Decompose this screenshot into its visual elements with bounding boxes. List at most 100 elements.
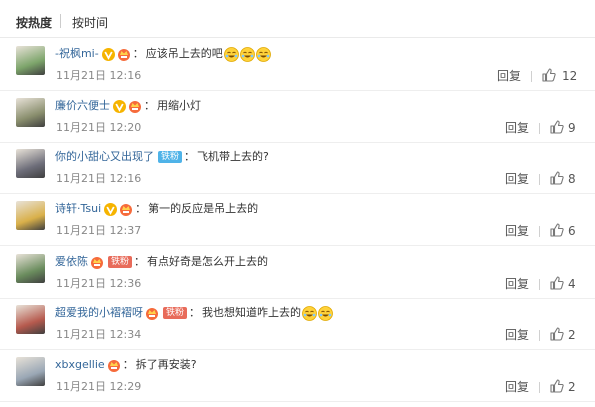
like-count: 12 [562, 69, 578, 83]
fan-badge-label: 铁粉 [108, 256, 133, 268]
username-link[interactable]: -祝枫mi- [55, 45, 99, 63]
username-link[interactable]: 诗轩·Tsui [55, 200, 101, 218]
fan-badge-label: 铁粉 [158, 151, 183, 163]
comment-item: 超爱我的小褶褶呀 铁粉：我也想知道咋上去的 11月21日 12:34 回复 2 [0, 297, 595, 350]
colon-separator: ： [144, 99, 155, 112]
verified-v-icon[interactable] [101, 47, 115, 61]
colon-separator: ： [189, 306, 201, 319]
laughing-emoji-icon [239, 46, 255, 62]
comment-text: 应该吊上去的吧 [145, 47, 223, 60]
comment-text: 有点好奇是怎么开上去的 [147, 255, 269, 268]
thumbs-up-icon[interactable] [549, 275, 565, 291]
comment-item: 廉价六便士 ：用缩小灯 11月21日 12:20 回复 9 [0, 90, 595, 143]
comment-timestamp: 11月21日 12:16 [56, 69, 142, 82]
like-count: 2 [568, 328, 576, 342]
comment-text: 飞机带上去的? [197, 150, 269, 163]
comment-content-line: xbxgellie ：拆了再安装? [55, 356, 197, 374]
member-crown-icon[interactable] [145, 306, 159, 320]
comment-item: 诗轩·Tsui ：第一的反应是吊上去的 11月21日 12:37 回复 6 [0, 193, 595, 246]
username-link[interactable]: 爱依陈 [55, 253, 88, 271]
member-crown-icon[interactable] [117, 47, 131, 61]
action-divider [539, 123, 540, 134]
action-divider [539, 226, 540, 237]
comment-content-line: -祝枫mi- ：应该吊上去的吧 [55, 45, 271, 63]
fan-badge[interactable]: 铁粉 [108, 255, 133, 269]
like-count: 4 [568, 277, 576, 291]
thumbs-up-icon[interactable] [549, 378, 565, 394]
comment-content-line: 超爱我的小褶褶呀 铁粉：我也想知道咋上去的 [55, 304, 333, 322]
sort-bar: 按热度 按时间 [0, 0, 595, 38]
comment-content-line: 廉价六便士 ：用缩小灯 [55, 97, 201, 115]
action-divider [539, 279, 540, 290]
colon-separator: ： [135, 202, 147, 215]
verified-v-icon[interactable] [113, 99, 126, 113]
action-divider [539, 330, 540, 341]
thumbs-up-icon[interactable] [549, 326, 565, 342]
sort-by-time-tab[interactable]: 按时间 [72, 14, 108, 31]
comment-item: xbxgellie ：拆了再安装? 11月21日 12:29 回复 2 [0, 349, 595, 402]
comment-text: 第一的反应是吊上去的 [148, 202, 259, 215]
like-count: 9 [568, 121, 576, 135]
verified-v-icon[interactable] [104, 202, 118, 216]
avatar[interactable] [16, 357, 45, 386]
avatar[interactable] [16, 98, 45, 127]
comment-timestamp: 11月21日 12:29 [56, 380, 142, 393]
avatar[interactable] [16, 149, 45, 178]
username-link[interactable]: 廉价六便士 [55, 97, 110, 115]
username-link[interactable]: 你的小甜心又出现了 [55, 148, 154, 166]
sort-divider [60, 14, 61, 28]
avatar[interactable] [16, 305, 45, 334]
reply-button[interactable]: 回复 [505, 224, 529, 238]
member-crown-icon[interactable] [128, 99, 142, 113]
thumbs-up-icon[interactable] [549, 170, 565, 186]
reply-button[interactable]: 回复 [505, 380, 529, 394]
username-link[interactable]: 超爱我的小褶褶呀 [55, 304, 143, 322]
reply-button[interactable]: 回复 [505, 172, 529, 186]
comment-text: 我也想知道咋上去的 [202, 306, 302, 319]
like-count: 8 [568, 172, 576, 186]
reply-button[interactable]: 回复 [505, 121, 529, 135]
comment-content-line: 你的小甜心又出现了 铁粉：飞机带上去的? [55, 148, 269, 166]
action-divider [539, 382, 540, 393]
comment-item: 你的小甜心又出现了 铁粉：飞机带上去的? 11月21日 12:16 回复 8 [0, 141, 595, 194]
thumbs-up-icon[interactable] [549, 119, 565, 135]
like-count: 6 [568, 224, 576, 238]
comment-content-line: 诗轩·Tsui ：第一的反应是吊上去的 [55, 200, 258, 218]
member-crown-icon[interactable] [107, 358, 121, 372]
comment-item: 爱依陈 铁粉：有点好奇是怎么开上去的 11月21日 12:36 回复 4 [0, 246, 595, 299]
reply-button[interactable]: 回复 [497, 69, 521, 83]
comment-timestamp: 11月21日 12:34 [56, 328, 142, 341]
comment-timestamp: 11月21日 12:16 [56, 172, 142, 185]
sort-by-hot-tab[interactable]: 按热度 [16, 14, 52, 31]
fan-badge[interactable]: 铁粉 [158, 150, 183, 164]
member-crown-icon[interactable] [90, 255, 104, 269]
fan-badge-label: 铁粉 [163, 307, 188, 319]
action-divider [539, 174, 540, 185]
comment-item: -祝枫mi- ：应该吊上去的吧 11月21日 12:16 回复 12 [0, 38, 595, 91]
like-count: 2 [568, 380, 576, 394]
comment-timestamp: 11月21日 12:36 [56, 277, 142, 290]
thumbs-up-icon[interactable] [549, 222, 565, 238]
avatar[interactable] [16, 46, 45, 75]
colon-separator: ： [122, 358, 134, 371]
avatar[interactable] [16, 201, 45, 230]
laughing-emoji-icon [318, 305, 333, 321]
comment-timestamp: 11月21日 12:37 [56, 224, 142, 237]
username-link[interactable]: xbxgellie [55, 356, 105, 374]
reply-button[interactable]: 回复 [505, 328, 529, 342]
avatar[interactable] [16, 254, 45, 283]
colon-separator: ： [134, 255, 146, 268]
laughing-emoji-icon [302, 305, 317, 321]
colon-separator: ： [184, 150, 196, 163]
action-divider [531, 71, 532, 82]
thumbs-up-icon[interactable] [541, 67, 557, 83]
laughing-emoji-icon [223, 46, 239, 62]
member-crown-icon[interactable] [119, 202, 133, 216]
colon-separator: ： [132, 47, 144, 60]
fan-badge[interactable]: 铁粉 [163, 306, 188, 320]
comment-content-line: 爱依陈 铁粉：有点好奇是怎么开上去的 [55, 253, 268, 271]
comment-text: 拆了再安装? [135, 358, 197, 371]
comment-timestamp: 11月21日 12:20 [56, 121, 142, 134]
reply-button[interactable]: 回复 [505, 277, 529, 291]
comment-text: 用缩小灯 [157, 99, 201, 112]
